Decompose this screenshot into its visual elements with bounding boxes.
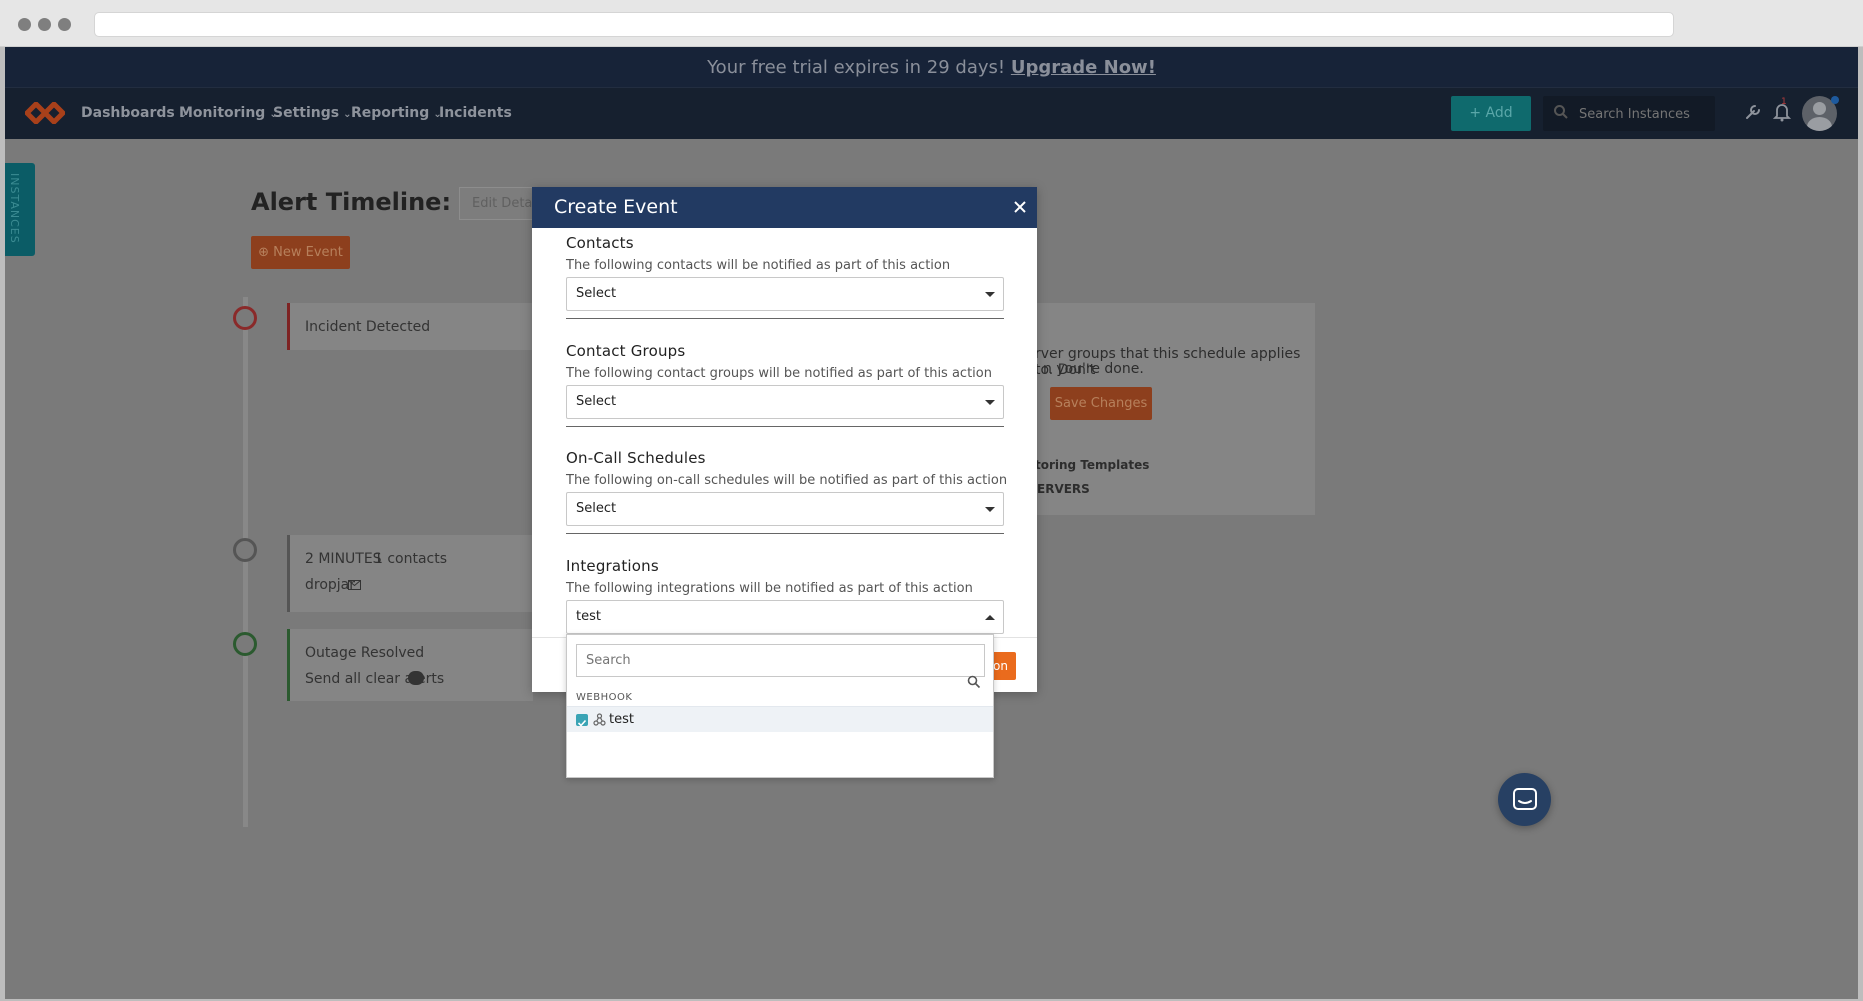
instance-search bbox=[1543, 96, 1715, 131]
nav-reporting[interactable]: Reporting ⌄ bbox=[351, 88, 442, 139]
create-event-modal: Create Event Contacts The following cont… bbox=[532, 187, 1037, 692]
new-event-button[interactable]: ⊕ New Event bbox=[251, 236, 350, 269]
section-title: On-Call Schedules bbox=[566, 449, 706, 467]
incident-marker bbox=[233, 306, 257, 330]
dropdown-search-input[interactable] bbox=[576, 644, 985, 677]
trial-text: Your free trial expires in 29 days! bbox=[707, 57, 1011, 78]
caret-down-icon bbox=[985, 292, 995, 297]
timeline-line bbox=[243, 297, 248, 827]
save-changes-button[interactable]: Save Changes bbox=[1050, 387, 1152, 420]
integrations-dropdown: WEBHOOK test bbox=[566, 634, 994, 778]
on-call-schedules-select[interactable]: Select bbox=[566, 492, 1004, 526]
browser-chrome bbox=[0, 0, 1863, 47]
wrench-icon[interactable] bbox=[1743, 102, 1763, 122]
caret-down-icon bbox=[985, 400, 995, 405]
all-clear-toggle[interactable] bbox=[408, 671, 424, 685]
section-description: The following on-call schedules will be … bbox=[566, 473, 1008, 488]
nav-dashboards[interactable]: Dashboards ⌄ bbox=[81, 88, 187, 139]
chat-icon bbox=[1513, 788, 1537, 810]
section-description: The following contact groups will be not… bbox=[566, 366, 992, 381]
upgrade-link[interactable]: Upgrade Now! bbox=[1011, 57, 1156, 78]
plus-circle-icon: ⊕ bbox=[258, 245, 270, 260]
check-icon bbox=[577, 719, 587, 727]
window-minimize-dot[interactable] bbox=[38, 18, 51, 31]
search-icon bbox=[967, 675, 981, 689]
chat-launcher-button[interactable] bbox=[1498, 773, 1551, 826]
instance-search-input[interactable] bbox=[1579, 103, 1709, 125]
nav-settings[interactable]: Settings ⌄ bbox=[273, 88, 351, 139]
nav-monitoring[interactable]: Monitoring ⌄ bbox=[179, 88, 278, 139]
step-marker bbox=[233, 538, 257, 562]
notification-count: 1 bbox=[1781, 97, 1787, 107]
status-dot bbox=[1831, 96, 1839, 104]
section-title: Contact Groups bbox=[566, 342, 686, 360]
section-description: The following integrations will be notif… bbox=[566, 581, 973, 596]
window-close-dot[interactable] bbox=[18, 18, 31, 31]
window-maximize-dot[interactable] bbox=[58, 18, 71, 31]
caret-up-icon bbox=[985, 615, 995, 620]
app-viewport: Your free trial expires in 29 days! Upgr… bbox=[5, 47, 1858, 999]
caret-down-icon bbox=[985, 507, 995, 512]
nav-incidents[interactable]: Incidents bbox=[439, 88, 512, 139]
modal-header: Create Event bbox=[532, 187, 1037, 228]
email-icon bbox=[348, 580, 361, 590]
webhook-icon bbox=[593, 713, 606, 726]
escalation-step-card[interactable]: 2 MINUTES 1 contacts dropjar bbox=[287, 535, 533, 612]
trial-banner: Your free trial expires in 29 days! Upgr… bbox=[5, 47, 1858, 88]
contact-groups-select[interactable]: Select bbox=[566, 385, 1004, 419]
search-icon bbox=[1554, 105, 1568, 119]
close-icon[interactable] bbox=[1012, 199, 1028, 215]
dropdown-option[interactable]: test bbox=[567, 706, 993, 732]
integrations-select[interactable]: test bbox=[566, 600, 1004, 634]
instances-tab[interactable]: INSTANCES bbox=[5, 163, 35, 256]
address-bar[interactable] bbox=[94, 12, 1674, 37]
section-title: Integrations bbox=[566, 557, 659, 575]
incident-detected-card: Incident Detected bbox=[287, 303, 533, 350]
section-title: Contacts bbox=[566, 234, 634, 252]
checkbox-checked[interactable] bbox=[576, 714, 588, 727]
top-nav: Dashboards ⌄ Monitoring ⌄ Settings ⌄ Report… bbox=[5, 88, 1858, 139]
outage-resolved-card: Outage Resolved Send all clear alerts bbox=[287, 629, 533, 701]
section-description: The following contacts will be notified … bbox=[566, 258, 951, 273]
contacts-select[interactable]: Select bbox=[566, 277, 1004, 311]
resolved-marker bbox=[233, 632, 257, 656]
dropdown-group-label: WEBHOOK bbox=[576, 692, 633, 703]
modal-title: Create Event bbox=[554, 196, 678, 218]
brand-logo-icon[interactable] bbox=[25, 102, 65, 124]
add-button[interactable]: + Add bbox=[1451, 96, 1531, 131]
